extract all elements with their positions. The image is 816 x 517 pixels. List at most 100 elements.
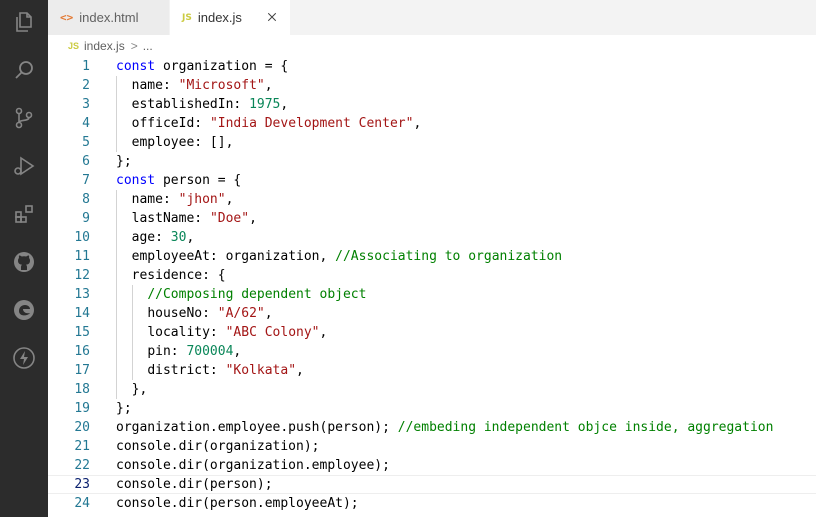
- code-token: ,: [233, 344, 242, 359]
- code-token: "Kolkata": [225, 363, 297, 378]
- line-number: 12: [74, 268, 90, 283]
- line-number: 21: [74, 439, 90, 454]
- code-token: "India Development Center": [209, 116, 414, 131]
- code-line[interactable]: 10 age: 30,: [48, 228, 816, 247]
- line-number: 11: [74, 249, 90, 264]
- code-text: employeeAt: organization, //Associating …: [116, 247, 562, 266]
- code-token: ,: [319, 325, 328, 340]
- search-icon[interactable]: [0, 50, 48, 90]
- code-line[interactable]: 15 locality: "ABC Colony",: [48, 323, 816, 342]
- tab-label: index.js: [197, 10, 242, 25]
- code-line[interactable]: 1 const organization = {: [48, 57, 816, 76]
- code-text: employee: [],: [116, 133, 234, 152]
- code-token: //Associating to organization: [335, 249, 563, 264]
- code-token: "Microsoft": [178, 78, 265, 93]
- line-number: 7: [82, 173, 90, 188]
- code-token: employee: [],: [131, 135, 234, 150]
- extensions-icon[interactable]: [0, 194, 48, 234]
- code-token: houseNo:: [147, 306, 218, 321]
- lightning-icon[interactable]: [0, 338, 48, 378]
- breadcrumb-file[interactable]: index.js: [84, 39, 125, 53]
- code-token: ,: [186, 230, 195, 245]
- code-line[interactable]: 4 officeId: "India Development Center",: [48, 114, 816, 133]
- code-line[interactable]: 17 district: "Kolkata",: [48, 361, 816, 380]
- edge-icon[interactable]: [0, 290, 48, 330]
- code-token: "A/62": [217, 306, 265, 321]
- tab-bar: <> index.html JS index.js: [48, 0, 816, 36]
- code-token: pin:: [147, 344, 187, 359]
- code-line[interactable]: 21 console.dir(organization);: [48, 437, 816, 456]
- code-line[interactable]: 19};: [48, 399, 816, 418]
- code-token: age:: [131, 230, 171, 245]
- code-line[interactable]: 22 console.dir(organization.employee);: [48, 456, 816, 475]
- code-text: //Composing dependent object: [116, 285, 366, 304]
- line-number: 6: [82, 154, 90, 169]
- code-text: organization.employee.push(person); //em…: [116, 418, 773, 437]
- run-debug-icon[interactable]: [0, 146, 48, 186]
- code-line[interactable]: 18 },: [48, 380, 816, 399]
- code-line[interactable]: 23 console.dir(person);: [48, 475, 816, 494]
- code-text: pin: 700004,: [116, 342, 241, 361]
- code-text: officeId: "India Development Center",: [116, 114, 422, 133]
- code-line[interactable]: 8 name: "jhon",: [48, 190, 816, 209]
- code-line[interactable]: 5 employee: [],: [48, 133, 816, 152]
- line-number: 17: [74, 363, 90, 378]
- code-text: district: "Kolkata",: [116, 361, 304, 380]
- code-line[interactable]: 6};: [48, 152, 816, 171]
- code-editor[interactable]: 1 const organization = {2 name: "Microsof…: [48, 57, 816, 517]
- code-token: console.dir(person.employeeAt);: [116, 496, 359, 511]
- code-token: console.dir(person);: [116, 477, 273, 492]
- line-number: 8: [82, 192, 90, 207]
- code-line[interactable]: 16 pin: 700004,: [48, 342, 816, 361]
- code-token: ,: [249, 211, 257, 226]
- code-token: ,: [280, 97, 289, 112]
- close-icon[interactable]: [264, 9, 280, 25]
- code-token: name:: [131, 78, 179, 93]
- line-number: 4: [82, 116, 90, 131]
- code-line[interactable]: 11 employeeAt: organization, //Associati…: [48, 247, 816, 266]
- explorer-icon[interactable]: [0, 2, 48, 42]
- line-number: 3: [82, 97, 90, 112]
- line-number: 23: [74, 477, 90, 492]
- code-line[interactable]: 9 lastName: "Doe",: [48, 209, 816, 228]
- code-token: console.dir(organization);: [116, 439, 320, 454]
- source-control-icon[interactable]: [0, 98, 48, 138]
- code-token: ,: [296, 363, 304, 378]
- code-token: establishedIn:: [131, 97, 250, 112]
- code-text: const person = {: [116, 171, 241, 190]
- code-line[interactable]: 24 console.dir(person.employeeAt);: [48, 494, 816, 513]
- code-token: ,: [264, 78, 273, 93]
- code-text: console.dir(person.employeeAt);: [116, 494, 359, 513]
- code-token: const: [116, 59, 156, 74]
- code-line[interactable]: 14 houseNo: "A/62",: [48, 304, 816, 323]
- breadcrumb: JS index.js > ...: [48, 35, 816, 57]
- code-line[interactable]: 3 establishedIn: 1975,: [48, 95, 816, 114]
- breadcrumb-more[interactable]: ...: [143, 39, 153, 53]
- line-number: 24: [74, 496, 90, 511]
- code-text: houseNo: "A/62",: [116, 304, 272, 323]
- code-token: "jhon": [178, 192, 226, 207]
- breadcrumb-separator: >: [130, 39, 138, 53]
- line-number: 1: [82, 59, 90, 74]
- code-line[interactable]: 7 const person = {: [48, 171, 816, 190]
- tab-index-html[interactable]: <> index.html: [48, 0, 170, 35]
- js-file-icon: JS: [182, 12, 192, 23]
- code-line[interactable]: 20 organization.employee.push(person); //…: [48, 418, 816, 437]
- tab-label: index.html: [79, 10, 139, 25]
- js-file-icon: JS: [68, 41, 80, 51]
- code-token: officeId:: [131, 116, 210, 131]
- code-text: establishedIn: 1975,: [116, 95, 289, 114]
- code-token: ,: [413, 116, 422, 131]
- code-token: "Doe": [209, 211, 250, 226]
- code-token: 30: [170, 230, 187, 245]
- code-line[interactable]: 2 name: "Microsoft",: [48, 76, 816, 95]
- code-text: };: [116, 152, 132, 171]
- line-number: 5: [82, 135, 90, 150]
- code-line[interactable]: 12 residence: {: [48, 266, 816, 285]
- github-icon[interactable]: [0, 242, 48, 282]
- code-line[interactable]: 13 //Composing dependent object: [48, 285, 816, 304]
- code-token: 700004: [186, 344, 234, 359]
- code-text: age: 30,: [116, 228, 195, 247]
- tab-index-js[interactable]: JS index.js: [170, 0, 290, 35]
- code-token: 1975: [249, 97, 281, 112]
